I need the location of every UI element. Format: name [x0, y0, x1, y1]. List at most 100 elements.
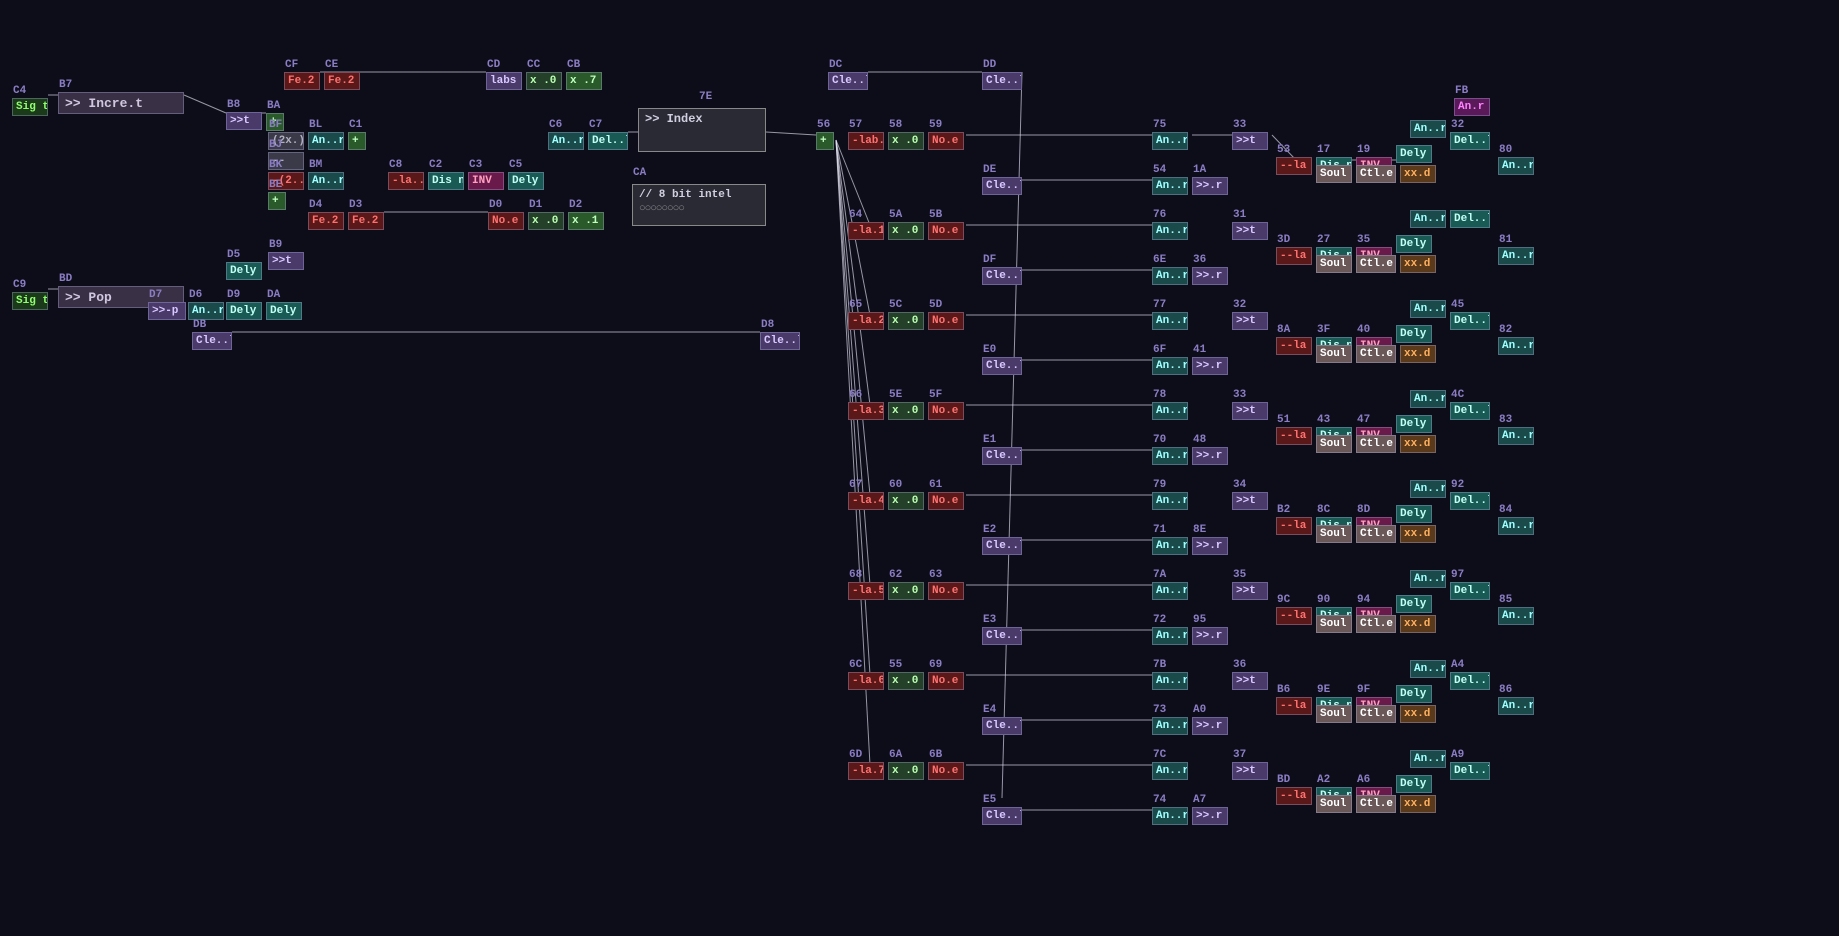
- node-CD[interactable]: CDlabs: [486, 60, 522, 90]
- index-block[interactable]: >> Index: [638, 108, 766, 152]
- node-Dely[interactable]: Dely: [1396, 685, 1432, 703]
- node-9C[interactable]: 9C--la: [1276, 595, 1312, 625]
- node-69[interactable]: 69No.e: [928, 660, 964, 690]
- node-5B[interactable]: 5BNo.e: [928, 210, 964, 240]
- node-xx.d[interactable]: xx.d: [1400, 345, 1436, 363]
- node-xx.d[interactable]: xx.d: [1400, 525, 1436, 543]
- node-56[interactable]: 56+: [816, 120, 834, 150]
- node-CB[interactable]: CBx .7: [566, 60, 602, 90]
- node-57[interactable]: 57-lab.: [848, 120, 884, 150]
- node-82[interactable]: 82An..r: [1498, 325, 1534, 355]
- node-66[interactable]: 66-la.3: [848, 390, 884, 420]
- node-78[interactable]: 78An..r: [1152, 390, 1188, 420]
- node-CC[interactable]: CCx .0: [526, 60, 562, 90]
- node-D7[interactable]: D7>>-p: [148, 290, 186, 320]
- node-3D[interactable]: 3D--la: [1276, 235, 1312, 265]
- node-DC[interactable]: DCCle..l: [828, 60, 868, 90]
- node-E2[interactable]: E2Cle..l: [982, 525, 1022, 555]
- node-83[interactable]: 83An..r: [1498, 415, 1534, 445]
- node-B9[interactable]: B9>>t: [268, 240, 304, 270]
- node-Ctl.e[interactable]: Ctl.e: [1356, 165, 1396, 183]
- node-5C[interactable]: 5Cx .0: [888, 300, 924, 330]
- node-B6[interactable]: B6--la: [1276, 685, 1312, 715]
- node-An..r[interactable]: An..r: [1410, 750, 1446, 768]
- node-8A[interactable]: 8A--la: [1276, 325, 1312, 355]
- node-95[interactable]: 95>>.r: [1192, 615, 1228, 645]
- node-A9[interactable]: A9Del..l: [1450, 750, 1490, 780]
- node-D4[interactable]: D4Fe.2: [308, 200, 344, 230]
- node-DE[interactable]: DECle..l: [982, 165, 1022, 195]
- node-D6[interactable]: D6An..r: [188, 290, 224, 320]
- node-7C[interactable]: 7CAn..r: [1152, 750, 1188, 780]
- node-C3[interactable]: C3INV: [468, 160, 504, 190]
- node-C8[interactable]: C8-la..: [388, 160, 424, 190]
- node-92[interactable]: 92Del..l: [1450, 480, 1490, 510]
- node-Dely[interactable]: Dely: [1396, 595, 1432, 613]
- node-8E[interactable]: 8E>>.r: [1192, 525, 1228, 555]
- node-Soul[interactable]: Soul: [1316, 345, 1352, 363]
- node-xx.d[interactable]: xx.d: [1400, 165, 1436, 183]
- node-63[interactable]: 63No.e: [928, 570, 964, 600]
- node-65[interactable]: 65-la.2: [848, 300, 884, 330]
- node-7B[interactable]: 7BAn..r: [1152, 660, 1188, 690]
- node-86[interactable]: 86An..r: [1498, 685, 1534, 715]
- node-Ctl.e[interactable]: Ctl.e: [1356, 345, 1396, 363]
- node-Dely[interactable]: Dely: [1396, 775, 1432, 793]
- node-Dely[interactable]: Dely: [1396, 235, 1432, 253]
- node-41[interactable]: 41>>.r: [1192, 345, 1228, 375]
- node-Soul[interactable]: Soul: [1316, 255, 1352, 273]
- node-Ctl.e[interactable]: Ctl.e: [1356, 615, 1396, 633]
- node-An..r[interactable]: An..r: [1410, 210, 1446, 228]
- node-C7[interactable]: C7Del..l: [588, 120, 628, 150]
- node-D1[interactable]: D1x .0: [528, 200, 564, 230]
- node-58[interactable]: 58x .0: [888, 120, 924, 150]
- node-Dely[interactable]: Dely: [1396, 415, 1432, 433]
- node-B8[interactable]: B8>>t: [226, 100, 262, 130]
- node-72[interactable]: 72An..r: [1152, 615, 1188, 645]
- node-37[interactable]: 37>>t: [1232, 750, 1268, 780]
- node-xx.d[interactable]: xx.d: [1400, 615, 1436, 633]
- node-Ctl.e[interactable]: Ctl.e: [1356, 795, 1396, 813]
- node-B2[interactable]: B2--la: [1276, 505, 1312, 535]
- node-4C[interactable]: 4CDel..l: [1450, 390, 1490, 420]
- node-FB[interactable]: FB An.r: [1454, 86, 1490, 116]
- node-An..r[interactable]: An..r: [1410, 570, 1446, 588]
- node-xx.d[interactable]: xx.d: [1400, 435, 1436, 453]
- node-D5[interactable]: D5Dely: [226, 250, 262, 280]
- node-DB[interactable]: DBCle..l: [192, 320, 232, 350]
- node-Soul[interactable]: Soul: [1316, 525, 1352, 543]
- node-B7[interactable]: B7>> Incre.t: [58, 80, 184, 114]
- node-5A[interactable]: 5Ax .0: [888, 210, 924, 240]
- node-C4[interactable]: C4Sig t: [12, 86, 48, 116]
- node-CF[interactable]: CFFe.2: [284, 60, 320, 90]
- node-36[interactable]: 36>>.r: [1192, 255, 1228, 285]
- node-74[interactable]: 74An..r: [1152, 795, 1188, 825]
- node-70[interactable]: 70An..r: [1152, 435, 1188, 465]
- node-A0[interactable]: A0>>.r: [1192, 705, 1228, 735]
- node-D0[interactable]: D0No.e: [488, 200, 524, 230]
- node-55[interactable]: 55x .0: [888, 660, 924, 690]
- node-5D[interactable]: 5DNo.e: [928, 300, 964, 330]
- node-5F[interactable]: 5FNo.e: [928, 390, 964, 420]
- node-34[interactable]: 34>>t: [1232, 480, 1268, 510]
- intel-block[interactable]: // 8 bit intel ○○○○○○○○: [632, 184, 766, 226]
- node-Dely[interactable]: Dely: [1396, 325, 1432, 343]
- node-E0[interactable]: E0Cle..l: [982, 345, 1022, 375]
- node-64[interactable]: 64-la.1: [848, 210, 884, 240]
- node-xx.d[interactable]: xx.d: [1400, 705, 1436, 723]
- node-Soul[interactable]: Soul: [1316, 165, 1352, 183]
- node-45[interactable]: 45Del..l: [1450, 300, 1490, 330]
- node-76[interactable]: 76An..r: [1152, 210, 1188, 240]
- node-E1[interactable]: E1Cle..l: [982, 435, 1022, 465]
- node-60[interactable]: 60x .0: [888, 480, 924, 510]
- node-Dely[interactable]: Dely: [1396, 145, 1432, 163]
- node-BD[interactable]: BD--la: [1276, 775, 1312, 805]
- node-7A[interactable]: 7AAn..r: [1152, 570, 1188, 600]
- node-77[interactable]: 77An..r: [1152, 300, 1188, 330]
- node-Ctl.e[interactable]: Ctl.e: [1356, 705, 1396, 723]
- node-5E[interactable]: 5Ex .0: [888, 390, 924, 420]
- node-Ctl.e[interactable]: Ctl.e: [1356, 525, 1396, 543]
- node-54[interactable]: 54An..r: [1152, 165, 1188, 195]
- node-C6[interactable]: C6An..r: [548, 120, 584, 150]
- node-E3[interactable]: E3Cle..l: [982, 615, 1022, 645]
